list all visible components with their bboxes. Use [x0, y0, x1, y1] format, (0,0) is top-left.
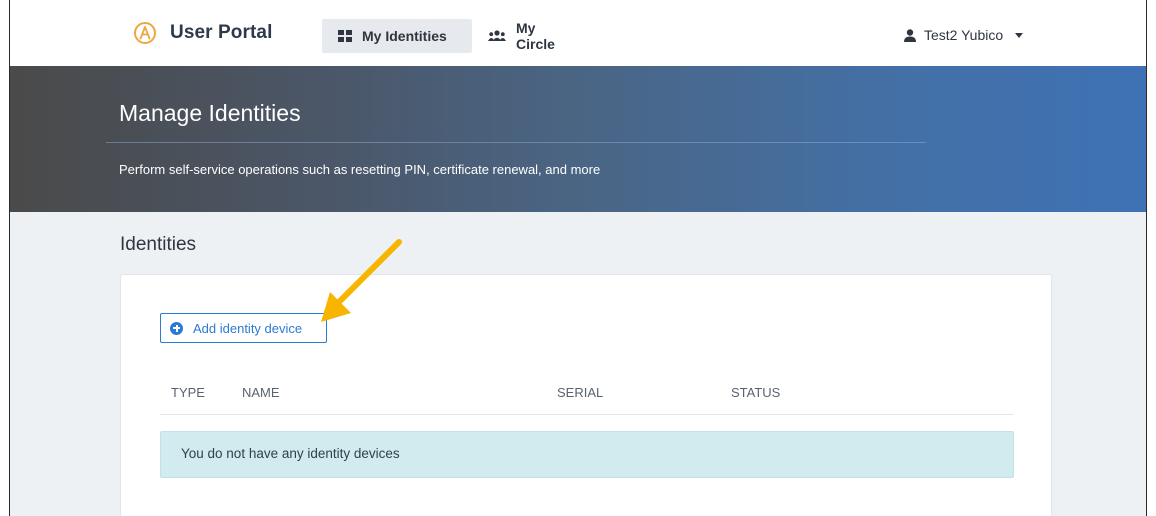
brand-name: User Portal: [170, 22, 273, 43]
page: User Portal My Identities My Circle Test…: [10, 6, 1146, 516]
users-icon: [488, 30, 506, 42]
column-header-serial: SERIAL: [557, 385, 604, 400]
frame-border-right: [1146, 0, 1147, 516]
identities-card: Add identity device TYPE NAME SERIAL STA…: [120, 274, 1052, 516]
grid-icon: [338, 30, 352, 42]
add-identity-device-label: Add identity device: [193, 320, 303, 336]
add-identity-device-button[interactable]: Add identity device: [160, 313, 327, 343]
brand-logo-icon: [134, 22, 156, 44]
header-divider: [106, 142, 926, 143]
column-header-status: STATUS: [731, 385, 781, 400]
page-title: Manage Identities: [119, 100, 301, 126]
column-header-name: NAME: [242, 385, 280, 400]
brand[interactable]: User Portal: [134, 22, 272, 44]
chevron-down-icon: [1015, 32, 1024, 38]
column-header-type: TYPE: [171, 385, 205, 400]
page-subtitle: Perform self-service operations such as …: [119, 162, 601, 177]
identities-section-title: Identities: [120, 234, 197, 255]
tab-my-circle-label: My Circle: [516, 20, 555, 52]
identities-table-header: TYPE NAME SERIAL STATUS: [160, 375, 1014, 415]
user-icon: [904, 28, 916, 42]
frame-margin-left: [0, 0, 9, 516]
tab-my-circle[interactable]: My Circle: [472, 19, 594, 53]
page-header-banner: Manage Identities Perform self-service o…: [10, 66, 1146, 212]
frame-margin-right: [1147, 0, 1156, 516]
tab-my-identities[interactable]: My Identities: [322, 19, 472, 53]
tab-my-identities-label: My Identities: [362, 28, 447, 44]
top-navbar: User Portal My Identities My Circle Test…: [10, 6, 1146, 66]
user-menu-label: Test2 Yubico: [924, 27, 1004, 43]
user-menu[interactable]: Test2 Yubico: [904, 27, 1024, 43]
plus-circle-icon: [170, 321, 183, 335]
empty-state-alert: You do not have any identity devices: [160, 431, 1014, 478]
